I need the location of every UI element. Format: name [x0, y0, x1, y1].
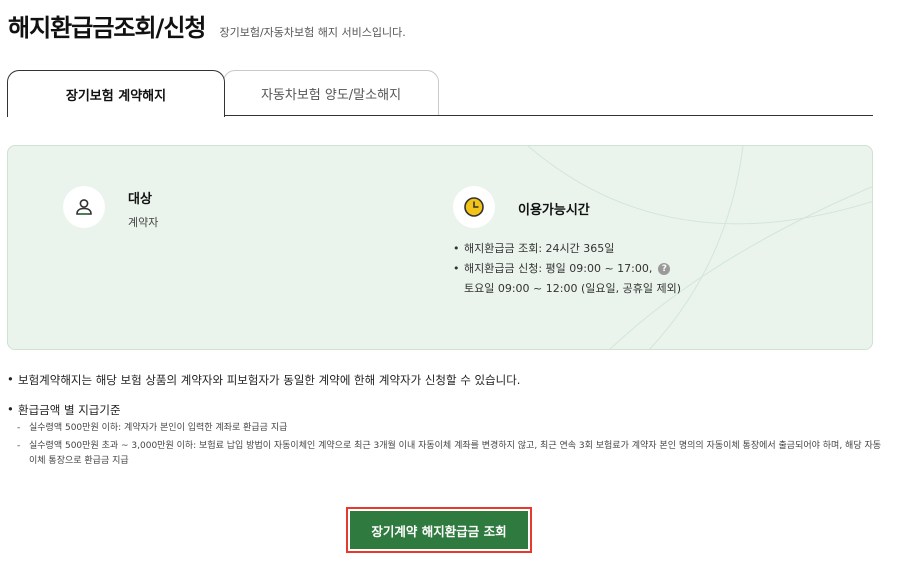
- page-subtitle: 장기보험/자동차보험 해지 서비스입니다.: [219, 26, 406, 39]
- person-icon: [76, 199, 92, 215]
- hours-icon-circle: [453, 186, 495, 228]
- page-title: 해지환급금조회/신청: [8, 14, 206, 42]
- notice-sub-5m-to-30m: 실수령액 500만원 초과 ~ 3,000만원 이하: 보험료 납입 방법이 자…: [7, 439, 887, 469]
- target-title: 대상: [128, 192, 152, 207]
- cta-highlight: 장기계약 해지환급금 조회: [346, 507, 532, 553]
- hours-item-apply: 해지환급금 신청: 평일 09:00 ~ 17:00,?: [453, 259, 681, 279]
- page-header: 해지환급금조회/신청 장기보험/자동차보험 해지 서비스입니다.: [8, 8, 406, 43]
- tab-bar: 장기보험 계약해지 자동차보험 양도/말소해지: [7, 70, 873, 117]
- info-panel: 대상 계약자 이용가능시간 해지환급금 조회: 24시간 365일 해지환급금 …: [7, 145, 873, 350]
- target-icon-circle: [63, 186, 105, 228]
- hours-list: 해지환급금 조회: 24시간 365일 해지환급금 신청: 평일 09:00 ~…: [453, 239, 681, 299]
- notice-section: 보험계약해지는 해당 보험 상품의 계약자와 피보험자가 동일한 계약에 한해 …: [7, 372, 887, 469]
- clock-icon: [464, 197, 484, 217]
- refund-inquiry-button[interactable]: 장기계약 해지환급금 조회: [350, 511, 528, 549]
- notice-eligibility: 보험계약해지는 해당 보험 상품의 계약자와 피보험자가 동일한 계약에 한해 …: [7, 372, 887, 388]
- decorative-leaf-graphic: [527, 146, 872, 349]
- notice-sub-under-5m: 실수령액 500만원 이하: 계약자가 본인이 입력한 계좌로 환급금 지급: [7, 421, 887, 436]
- hours-item-saturday: 토요일 09:00 ~ 12:00 (일요일, 공휴일 제외): [464, 282, 681, 295]
- target-desc: 계약자: [128, 216, 159, 229]
- help-icon[interactable]: ?: [658, 263, 671, 275]
- hours-item-inquiry: 해지환급금 조회: 24시간 365일: [453, 239, 681, 259]
- tab-long-term-termination[interactable]: 장기보험 계약해지: [7, 70, 225, 117]
- hours-title: 이용가능시간: [518, 203, 590, 218]
- tab-auto-transfer-termination[interactable]: 자동차보험 양도/말소해지: [223, 70, 439, 115]
- notice-payment-criteria: 환급금액 별 지급기준: [7, 402, 887, 418]
- hours-item-apply-text: 해지환급금 신청: 평일 09:00 ~ 17:00,: [464, 262, 653, 275]
